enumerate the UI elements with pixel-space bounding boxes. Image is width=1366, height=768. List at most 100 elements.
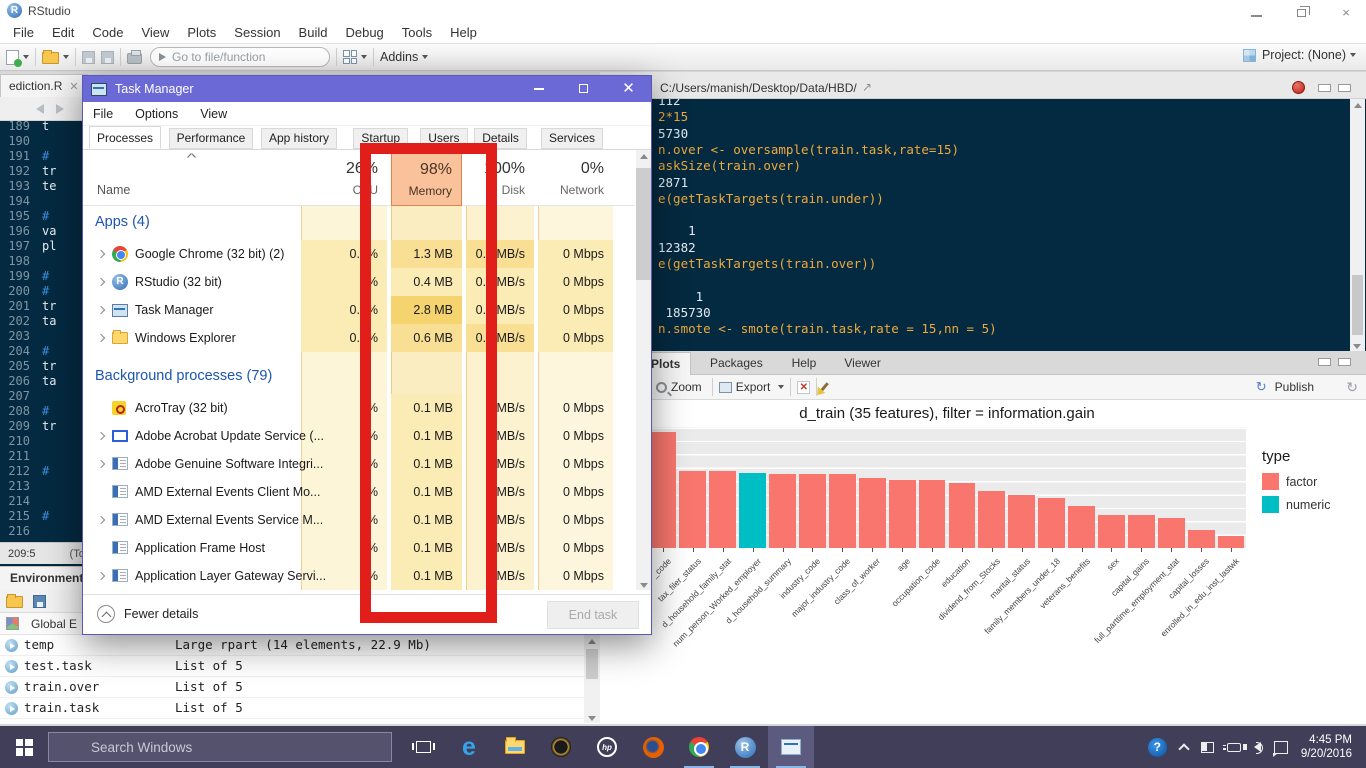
- column-name[interactable]: Name: [97, 183, 130, 197]
- taskbar-task-view-button[interactable]: [400, 726, 446, 768]
- taskbar-media-button[interactable]: [538, 726, 584, 768]
- taskbar-chrome-button[interactable]: [676, 726, 722, 768]
- goto-directory-icon[interactable]: ↗: [862, 80, 872, 94]
- process-row[interactable]: Windows Explorer0.1%0.6 MB0.2 MB/s0 Mbps: [83, 324, 635, 352]
- open-file-caret-icon[interactable]: [63, 55, 69, 59]
- tray-action-icon[interactable]: [1274, 741, 1288, 754]
- tm-menu-file[interactable]: File: [93, 107, 113, 121]
- menu-tools[interactable]: Tools: [393, 22, 441, 43]
- scroll-up-icon[interactable]: [588, 639, 596, 644]
- expand-object-icon[interactable]: [5, 702, 18, 715]
- environment-object-row[interactable]: train.overList of 5: [0, 677, 584, 698]
- process-row[interactable]: Google Chrome (32 bit) (2)0.5%1.3 MB0.5 …: [83, 240, 635, 268]
- nav-back-icon[interactable]: [36, 104, 44, 114]
- sort-indicator-icon[interactable]: ^: [187, 152, 197, 164]
- menu-edit[interactable]: Edit: [43, 22, 83, 43]
- process-group-header[interactable]: Apps (4): [83, 206, 635, 240]
- taskbar-search-box[interactable]: [48, 732, 392, 762]
- tray-chevron-icon[interactable]: [1180, 741, 1188, 753]
- tm-maximize-button[interactable]: [561, 76, 606, 102]
- tm-tab-processes[interactable]: Processes: [89, 126, 161, 149]
- taskbar-task-manager-button[interactable]: [768, 726, 814, 768]
- scroll-down-icon[interactable]: [588, 716, 596, 721]
- env-tab-environment[interactable]: Environment: [0, 567, 94, 590]
- plots-minimize-icon[interactable]: [1318, 358, 1331, 366]
- menu-session[interactable]: Session: [225, 22, 289, 43]
- process-row[interactable]: Application Frame Host0%0.1 MB0 MB/s0 Mb…: [83, 534, 635, 562]
- zoom-icon[interactable]: [656, 382, 667, 393]
- tray-power-icon[interactable]: [1227, 743, 1241, 752]
- nav-forward-icon[interactable]: [56, 104, 64, 114]
- export-caret-icon[interactable]: [778, 385, 784, 389]
- taskbar-firefox-button[interactable]: [630, 726, 676, 768]
- tab-viewer[interactable]: Viewer: [834, 352, 890, 375]
- export-icon[interactable]: [719, 382, 732, 393]
- end-task-button[interactable]: End task: [547, 601, 639, 629]
- project-selector[interactable]: Project: (None): [1243, 48, 1356, 62]
- menu-debug[interactable]: Debug: [336, 22, 392, 43]
- save-all-icon[interactable]: [101, 51, 114, 64]
- tm-minimize-button[interactable]: [516, 76, 561, 102]
- pane-layout-icon[interactable]: [343, 50, 357, 64]
- process-row[interactable]: Adobe Genuine Software Integri...0%0.1 M…: [83, 450, 635, 478]
- env-open-icon[interactable]: [6, 596, 23, 608]
- expand-object-icon[interactable]: [5, 660, 18, 673]
- goto-file-input[interactable]: [172, 50, 312, 64]
- scroll-up-icon[interactable]: [640, 154, 648, 159]
- tab-help[interactable]: Help: [782, 352, 827, 375]
- addins-caret-icon[interactable]: [422, 55, 428, 59]
- rstudio-minimize-button[interactable]: [1236, 4, 1276, 19]
- taskbar-clock[interactable]: 4:45 PM 9/20/2016: [1301, 733, 1356, 761]
- menu-build[interactable]: Build: [290, 22, 337, 43]
- pane-layout-caret-icon[interactable]: [361, 55, 367, 59]
- publish-button[interactable]: ↻ Publish: [1256, 379, 1318, 395]
- refresh-plot-icon[interactable]: ↻: [1346, 379, 1358, 396]
- taskbar-edge-button[interactable]: e: [446, 726, 492, 768]
- console-scrollbar[interactable]: [1350, 99, 1365, 351]
- taskbar-hp-button[interactable]: hp: [584, 726, 630, 768]
- tab-packages[interactable]: Packages: [700, 352, 773, 375]
- taskbar-search-input[interactable]: [49, 740, 329, 755]
- menu-plots[interactable]: Plots: [178, 22, 225, 43]
- tm-scrollbar[interactable]: [636, 150, 651, 590]
- zoom-button[interactable]: Zoom: [671, 380, 702, 394]
- console-output-area[interactable]: 1122*155730n.over <- oversample(train.ta…: [600, 99, 1366, 351]
- menu-file[interactable]: File: [4, 22, 43, 43]
- export-button[interactable]: Export: [736, 380, 771, 394]
- start-button[interactable]: [0, 726, 48, 768]
- process-row[interactable]: Application Layer Gateway Servi...0%0.1 …: [83, 562, 635, 590]
- editor-tab-close-icon[interactable]: ✕: [69, 80, 78, 93]
- remove-plot-icon[interactable]: ✕: [797, 381, 810, 394]
- tray-volume-icon[interactable]: [1254, 742, 1261, 752]
- scroll-up-icon[interactable]: [1354, 103, 1362, 108]
- tray-help-icon[interactable]: ?: [1148, 738, 1167, 757]
- tm-tab-performance[interactable]: Performance: [169, 128, 254, 149]
- process-row[interactable]: AMD External Events Client Mo...0%0.1 MB…: [83, 478, 635, 506]
- addins-menu[interactable]: Addins: [380, 50, 418, 64]
- goto-file-box[interactable]: [150, 47, 330, 67]
- rstudio-restore-button[interactable]: [1281, 4, 1321, 19]
- tm-tab-services[interactable]: Services: [541, 128, 603, 149]
- environment-scrollbar[interactable]: [584, 635, 600, 723]
- process-group-header[interactable]: Background processes (79): [83, 352, 635, 394]
- rstudio-close-button[interactable]: ×: [1326, 4, 1366, 19]
- env-save-icon[interactable]: [33, 595, 46, 608]
- editor-tab[interactable]: ediction.R ✕: [0, 74, 88, 97]
- environment-object-row[interactable]: train.taskList of 5: [0, 698, 584, 719]
- process-row[interactable]: Task Manager0.6%2.8 MB0.1 MB/s0 Mbps: [83, 296, 635, 324]
- tm-menu-view[interactable]: View: [200, 107, 227, 121]
- tray-display-icon[interactable]: [1201, 742, 1214, 753]
- open-file-icon[interactable]: [42, 52, 59, 64]
- plots-maximize-icon[interactable]: [1338, 358, 1351, 366]
- tm-close-button[interactable]: ✕: [606, 76, 651, 102]
- new-file-caret-icon[interactable]: [23, 55, 29, 59]
- process-row[interactable]: RRStudio (32 bit)0%0.4 MB0.1 MB/s0 Mbps: [83, 268, 635, 296]
- fewer-details-button[interactable]: Fewer details: [97, 605, 198, 623]
- scroll-down-icon[interactable]: [640, 583, 648, 588]
- tm-menu-options[interactable]: Options: [135, 107, 178, 121]
- expand-object-icon[interactable]: [5, 639, 18, 652]
- console-maximize-icon[interactable]: [1338, 84, 1351, 92]
- column-network[interactable]: 0%Network: [538, 150, 613, 206]
- process-row[interactable]: AcroTray (32 bit)0%0.1 MB0 MB/s0 Mbps: [83, 394, 635, 422]
- stop-icon[interactable]: [1292, 81, 1305, 94]
